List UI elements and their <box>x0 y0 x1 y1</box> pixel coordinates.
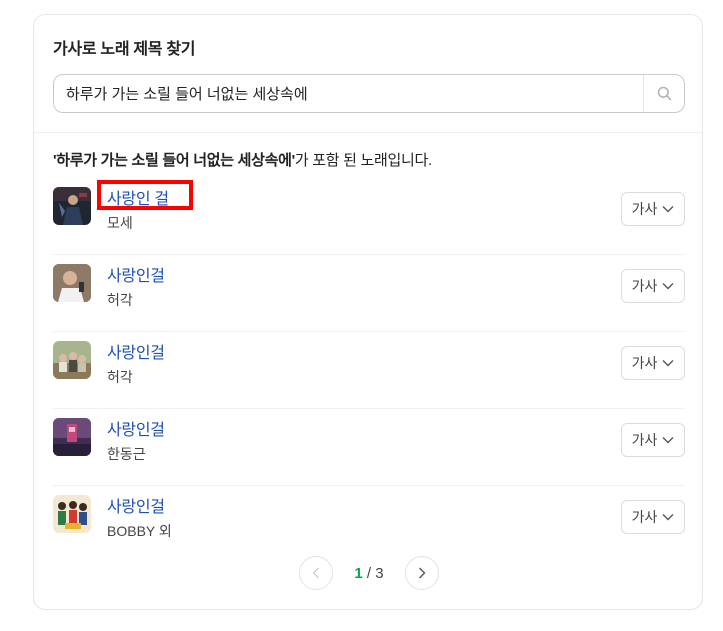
chevron-down-icon <box>662 437 674 444</box>
lyrics-button-label: 가사 <box>631 509 658 525</box>
search-box <box>53 74 685 113</box>
search-icon <box>657 86 671 101</box>
section-divider <box>34 132 702 133</box>
lyrics-button-label: 가사 <box>631 278 658 294</box>
song-title[interactable]: 사랑인걸 <box>107 339 165 363</box>
card-title: 가사로 노래 제목 찾기 <box>53 41 196 58</box>
lyrics-button[interactable]: 가사 <box>621 346 685 380</box>
album-art[interactable] <box>53 495 91 533</box>
result-query: '하루가 가는 소릴 들어 너없는 세상속에' <box>53 152 295 169</box>
page-separator: / <box>362 564 376 582</box>
total-pages: 3 <box>375 564 384 582</box>
song-title[interactable]: 사랑인걸 <box>107 262 165 286</box>
search-input[interactable] <box>54 75 643 112</box>
song-artist[interactable]: 모세 <box>107 213 133 233</box>
page-indicator: 1 / 3 <box>354 565 383 582</box>
list-item: 사랑인걸 한동근 가사 <box>53 409 685 486</box>
album-art[interactable] <box>53 341 91 379</box>
chevron-down-icon <box>662 283 674 290</box>
lyrics-button[interactable]: 가사 <box>621 500 685 534</box>
list-item: 사랑인 걸 모세 가사 <box>53 178 685 255</box>
pagination: 1 / 3 <box>299 555 439 591</box>
chevron-left-icon <box>312 567 319 579</box>
chevron-down-icon <box>662 206 674 213</box>
song-list: 사랑인 걸 모세 가사 사랑인걸 허각 가사 사랑인걸 허각 가사 사랑인걸 한… <box>53 178 685 563</box>
album-art[interactable] <box>53 187 91 225</box>
lyrics-button-label: 가사 <box>631 432 658 448</box>
lyrics-button[interactable]: 가사 <box>621 192 685 226</box>
song-title[interactable]: 사랑인걸 <box>107 416 165 440</box>
lyrics-button[interactable]: 가사 <box>621 269 685 303</box>
lyrics-search-card: 가사로 노래 제목 찾기 '하루가 가는 소릴 들어 너없는 세상속에'가 포함… <box>33 14 703 610</box>
song-artist[interactable]: 허각 <box>107 290 133 310</box>
chevron-right-icon <box>418 567 426 579</box>
lyrics-button[interactable]: 가사 <box>621 423 685 457</box>
list-item: 사랑인걸 허각 가사 <box>53 332 685 409</box>
song-artist[interactable]: 한동근 <box>107 444 146 464</box>
lyrics-button-label: 가사 <box>631 355 658 371</box>
album-art[interactable] <box>53 264 91 302</box>
search-button[interactable] <box>643 75 684 112</box>
chevron-down-icon <box>662 514 674 521</box>
song-title[interactable]: 사랑인 걸 <box>107 185 169 209</box>
lyrics-button-label: 가사 <box>631 201 658 217</box>
list-item: 사랑인걸 BOBBY 외 가사 <box>53 486 685 563</box>
chevron-down-icon <box>662 360 674 367</box>
next-page-button[interactable] <box>404 556 439 590</box>
list-item: 사랑인걸 허각 가사 <box>53 255 685 332</box>
album-art[interactable] <box>53 418 91 456</box>
song-title[interactable]: 사랑인걸 <box>107 493 165 517</box>
result-suffix: 가 포함 된 노래입니다. <box>294 152 432 169</box>
result-summary: '하루가 가는 소릴 들어 너없는 세상속에'가 포함 된 노래입니다. <box>53 149 432 170</box>
prev-page-button[interactable] <box>299 556 333 590</box>
current-page: 1 <box>354 564 363 582</box>
song-artist[interactable]: BOBBY 외 <box>107 521 172 541</box>
song-artist[interactable]: 허각 <box>107 367 133 387</box>
